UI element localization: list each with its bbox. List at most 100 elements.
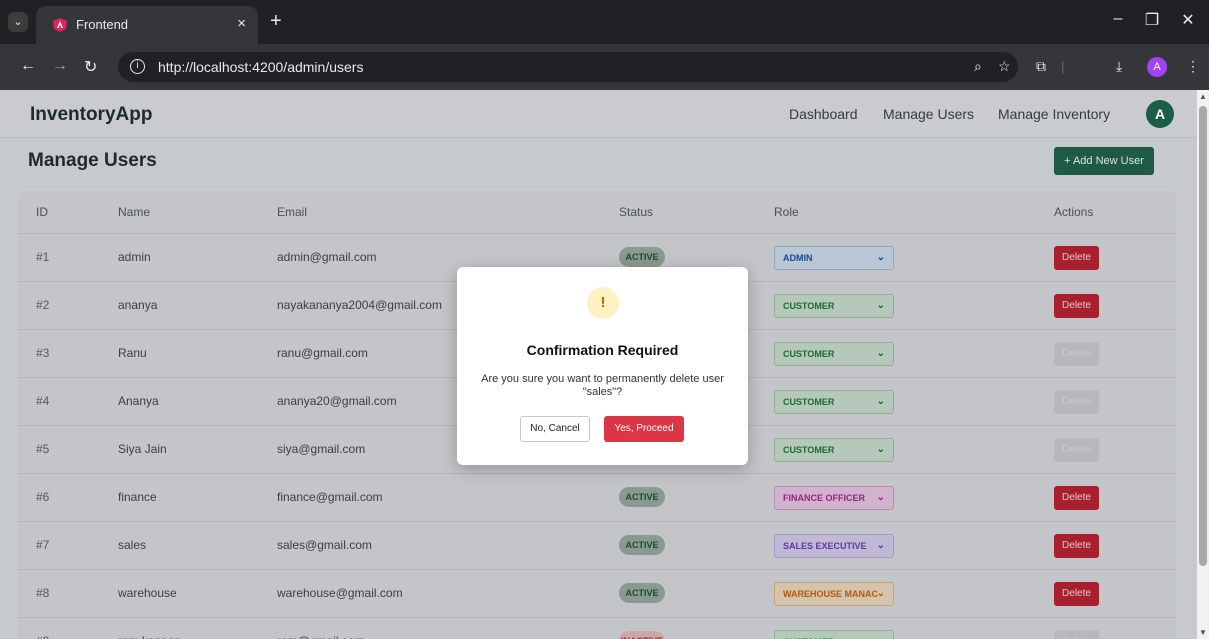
cell-email: ranu@gmail.com [277,346,368,360]
status-badge: ACTIVE [619,487,665,507]
cell-email: finance@gmail.com [277,490,383,504]
header-name: Name [118,205,151,219]
role-select-value: CUSTOMER [783,301,835,311]
delete-button[interactable]: Delete [1054,342,1099,366]
browser-toolbar: ← → ↻ i http://localhost:4200/admin/user… [0,44,1209,90]
delete-button[interactable]: Delete [1054,390,1099,414]
address-bar[interactable]: i http://localhost:4200/admin/users ⌕ ☆ [118,52,1018,82]
browser-tab-bar: ⌄ Frontend × + – ❐ ✕ [0,0,1209,44]
delete-button[interactable]: Delete [1054,438,1099,462]
page-title: Manage Users [28,150,157,171]
nav-dashboard[interactable]: Dashboard [789,106,858,122]
delete-button[interactable]: Delete [1054,486,1099,510]
cell-name: Ananya [118,394,159,408]
page-scrollbar[interactable]: ▲ ▼ [1197,90,1209,639]
role-select-value: CUSTOMER [783,349,835,359]
chevron-down-icon: ⌄ [876,396,885,407]
add-new-user-button[interactable]: + Add New User [1054,147,1154,175]
header-actions: Actions [1054,205,1094,219]
role-select[interactable]: CUSTOMER⌄ [774,438,894,462]
cell-id: #4 [36,394,50,408]
reload-icon[interactable]: ↻ [84,57,97,77]
status-badge: ACTIVE [619,247,665,267]
close-window-icon[interactable]: ✕ [1173,10,1203,30]
cell-email: nayakananya2004@gmail.com [277,298,442,312]
role-select[interactable]: CUSTOMER ⌄ [774,342,894,366]
cell-email: ananya20@gmail.com [277,394,397,408]
chevron-down-icon: ⌄ [876,492,885,503]
cell-id: #9 [36,634,49,639]
header-email: Email [277,205,308,219]
cell-name: Siya Jain [118,442,167,456]
delete-button[interactable]: Delete [1054,294,1099,318]
extensions-icon[interactable]: ⧉ [1036,58,1046,75]
app-navbar: InventoryApp Dashboard Manage Users Mana… [0,90,1197,138]
zoom-icon[interactable]: ⌕ [974,58,982,75]
site-info-icon[interactable]: i [130,59,145,74]
restore-icon[interactable]: ❐ [1137,10,1167,30]
chevron-down-icon: ⌄ [876,540,885,551]
modal-message: Are you sure you want to permanently del… [481,373,724,398]
cancel-button[interactable]: No, Cancel [520,416,590,442]
forward-icon[interactable]: → [52,57,68,75]
nav-manage-inventory[interactable]: Manage Inventory [998,106,1110,122]
chevron-down-icon: ⌄ [876,348,885,359]
user-avatar[interactable]: A [1146,100,1174,128]
cell-name: warehouse [118,586,177,600]
header-id: ID [36,205,48,219]
scroll-up-icon[interactable]: ▲ [1199,92,1207,101]
delete-button[interactable]: Delete [1054,630,1099,639]
delete-button[interactable]: Delete [1054,534,1099,558]
browser-tab[interactable]: Frontend × [36,6,258,44]
cell-email: admin@gmail.com [277,250,377,264]
minimize-icon[interactable]: – [1103,10,1133,28]
table-row: #8 warehouse warehouse@gmail.com ACTIVE WARE… [18,569,1176,617]
delete-button[interactable]: Delete [1054,582,1099,606]
header-status: Status [619,205,654,219]
role-select-value: CUSTOMER [783,397,835,407]
role-select[interactable]: CUSTOMER ⌄ [774,390,894,414]
status-badge: INACTIVE [619,631,665,639]
delete-button[interactable]: Delete [1054,246,1099,270]
warning-icon: ! [587,287,619,319]
cell-email: sales@gmail.com [277,538,372,552]
tab-close-icon[interactable]: × [237,15,246,32]
table-row: #6 finance finance@gmail.com ACTIVE FINANCE … [18,473,1176,521]
role-select[interactable]: ADMIN ⌄ [774,246,894,270]
header-role: Role [774,205,799,219]
cell-id: #3 [36,346,50,360]
scroll-thumb[interactable] [1199,106,1207,566]
role-select[interactable]: WAREHOUSE MANAC ⌄ [774,582,894,606]
download-icon[interactable]: ⤓ [1116,58,1122,75]
new-tab-icon[interactable]: + [270,10,282,33]
cell-id: #8 [36,586,50,600]
back-icon[interactable]: ← [20,57,36,75]
url-text: http://localhost:4200/admin/users [158,59,364,75]
tab-search-icon[interactable]: ⌄ [8,12,28,32]
confirmation-modal: ! Confirmation Required Are you sure you… [457,267,748,465]
role-select-value: ADMIN [783,253,813,263]
role-select[interactable]: FINANCE OFFICER ⌄ [774,486,894,510]
cell-name: sales [118,538,147,552]
brand-logo[interactable]: InventoryApp [30,104,152,126]
role-select[interactable]: CUSTOMER⌄ [774,294,894,318]
proceed-button[interactable]: Yes, Proceed [604,416,684,442]
role-select-value: SALES EXECUTIVE [783,541,867,551]
profile-avatar[interactable]: A [1147,57,1167,77]
nav-manage-users[interactable]: Manage Users [883,106,974,122]
scroll-down-icon[interactable]: ▼ [1199,628,1207,637]
status-badge: ACTIVE [619,583,665,603]
bookmark-star-icon[interactable]: ☆ [998,58,1011,75]
tab-title: Frontend [76,17,129,32]
role-select[interactable]: SALES EXECUTIVE ⌄ [774,534,894,558]
role-select-value: WAREHOUSE MANAC [783,589,879,599]
role-select[interactable]: CUSTOMER⌄ [774,630,894,639]
cell-name: Ranu [118,346,147,360]
table-row: #9 ram kapoor ram@gmail.com INACTIVE CUSTOME… [18,617,1176,639]
browser-menu-icon[interactable]: ⋮ [1186,58,1200,75]
cell-name: finance [118,490,157,504]
role-select-value: CUSTOMER [783,445,835,455]
chevron-down-icon: ⌄ [877,631,885,639]
table-header: ID Name Email Status Role Actions [18,191,1176,233]
cell-name: ram kapoor [118,634,179,639]
